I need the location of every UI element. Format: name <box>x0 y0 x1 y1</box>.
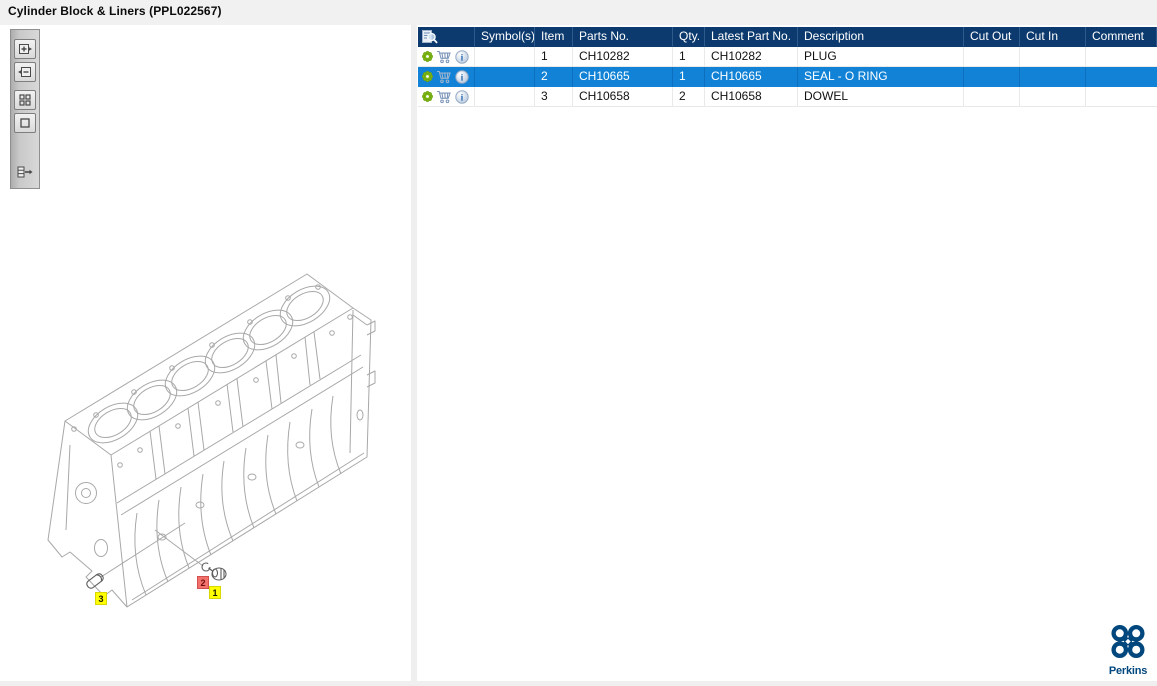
diagram-viewer-panel: 1 2 3 <box>0 25 411 681</box>
svg-text:i: i <box>461 53 464 63</box>
column-header-item: Item <box>535 27 573 47</box>
row-actions-cell: i <box>418 87 475 107</box>
fit-view-button[interactable] <box>14 90 36 110</box>
column-header-symbols: Symbol(s) <box>475 27 535 47</box>
cell-latest-part-no: CH10665 <box>705 67 798 87</box>
cell-symbols <box>475 47 535 67</box>
column-header-latest-part-no: Latest Part No. <box>705 27 798 47</box>
cart-icon[interactable] <box>436 50 453 64</box>
callout-2[interactable]: 2 <box>197 576 209 589</box>
cell-item: 3 <box>535 87 573 107</box>
cell-symbols <box>475 67 535 87</box>
cell-cut-out <box>964 47 1020 67</box>
cell-comment <box>1086 67 1157 87</box>
cell-latest-part-no: CH10658 <box>705 87 798 107</box>
cart-icon[interactable] <box>436 90 453 104</box>
perkins-logo-text: Perkins <box>1108 665 1148 677</box>
toggle-parts-list-button[interactable] <box>14 162 36 182</box>
title-bar: Cylinder Block & Liners (PPL022567) <box>0 0 1157 25</box>
cell-cut-out <box>964 67 1020 87</box>
cell-item: 2 <box>535 67 573 87</box>
cell-description: SEAL - O RING <box>798 67 964 87</box>
info-icon[interactable]: i <box>455 49 469 64</box>
cell-comment <box>1086 47 1157 67</box>
table-row[interactable]: i 1 CH10282 1 CH10282 PLUG <box>418 47 1157 67</box>
cell-parts-no: CH10665 <box>573 67 673 87</box>
header-preview-cell <box>418 27 475 47</box>
part-plug <box>208 567 227 581</box>
cell-comment <box>1086 87 1157 107</box>
info-icon[interactable]: i <box>455 89 469 104</box>
zoom-out-button[interactable] <box>14 62 36 82</box>
engine-diagram[interactable]: 1 2 3 <box>0 25 411 681</box>
svg-text:i: i <box>461 73 464 83</box>
cell-cut-in <box>1020 67 1086 87</box>
page-title: Cylinder Block & Liners (PPL022567) <box>8 4 222 18</box>
svg-text:i: i <box>461 93 464 103</box>
part-o-ring <box>201 562 211 572</box>
cell-cut-in <box>1020 87 1086 107</box>
cell-parts-no: CH10282 <box>573 47 673 67</box>
actual-size-button[interactable] <box>14 113 36 133</box>
cell-qty: 2 <box>673 87 705 107</box>
column-header-cut-out: Cut Out <box>964 27 1020 47</box>
parts-table: Symbol(s) Item Parts No. Qty. Latest Par… <box>418 27 1157 107</box>
gear-icon[interactable] <box>421 50 434 63</box>
image-preview-icon <box>422 29 438 43</box>
cell-qty: 1 <box>673 67 705 87</box>
cart-icon[interactable] <box>436 70 453 84</box>
parts-list-panel: Symbol(s) Item Parts No. Qty. Latest Par… <box>417 25 1157 681</box>
column-header-comment: Comment <box>1086 27 1157 47</box>
cell-symbols <box>475 87 535 107</box>
cell-cut-out <box>964 87 1020 107</box>
cell-parts-no: CH10658 <box>573 87 673 107</box>
info-icon[interactable]: i <box>455 69 469 84</box>
cell-latest-part-no: CH10282 <box>705 47 798 67</box>
gear-icon[interactable] <box>421 70 434 83</box>
zoom-in-button[interactable] <box>14 39 36 59</box>
gear-icon[interactable] <box>421 90 434 103</box>
perkins-branding: Perkins <box>1106 623 1150 677</box>
column-header-parts-no: Parts No. <box>573 27 673 47</box>
table-row[interactable]: i 3 CH10658 2 CH10658 DOWEL <box>418 87 1157 107</box>
parts-table-header: Symbol(s) Item Parts No. Qty. Latest Par… <box>418 27 1157 47</box>
callout-3[interactable]: 3 <box>95 592 107 605</box>
table-row[interactable]: i 2 CH10665 1 CH10665 SEAL - O RING <box>418 67 1157 87</box>
cell-description: DOWEL <box>798 87 964 107</box>
perkins-logo-icon <box>1111 624 1145 659</box>
callout-1[interactable]: 1 <box>209 586 221 599</box>
column-header-cut-in: Cut In <box>1020 27 1086 47</box>
cell-description: PLUG <box>798 47 964 67</box>
column-header-description: Description <box>798 27 964 47</box>
cell-item: 1 <box>535 47 573 67</box>
row-actions-cell: i <box>418 47 475 67</box>
cell-qty: 1 <box>673 47 705 67</box>
column-header-qty: Qty. <box>673 27 705 47</box>
viewer-toolbar <box>10 29 40 189</box>
row-actions-cell: i <box>418 67 475 87</box>
cell-cut-in <box>1020 47 1086 67</box>
